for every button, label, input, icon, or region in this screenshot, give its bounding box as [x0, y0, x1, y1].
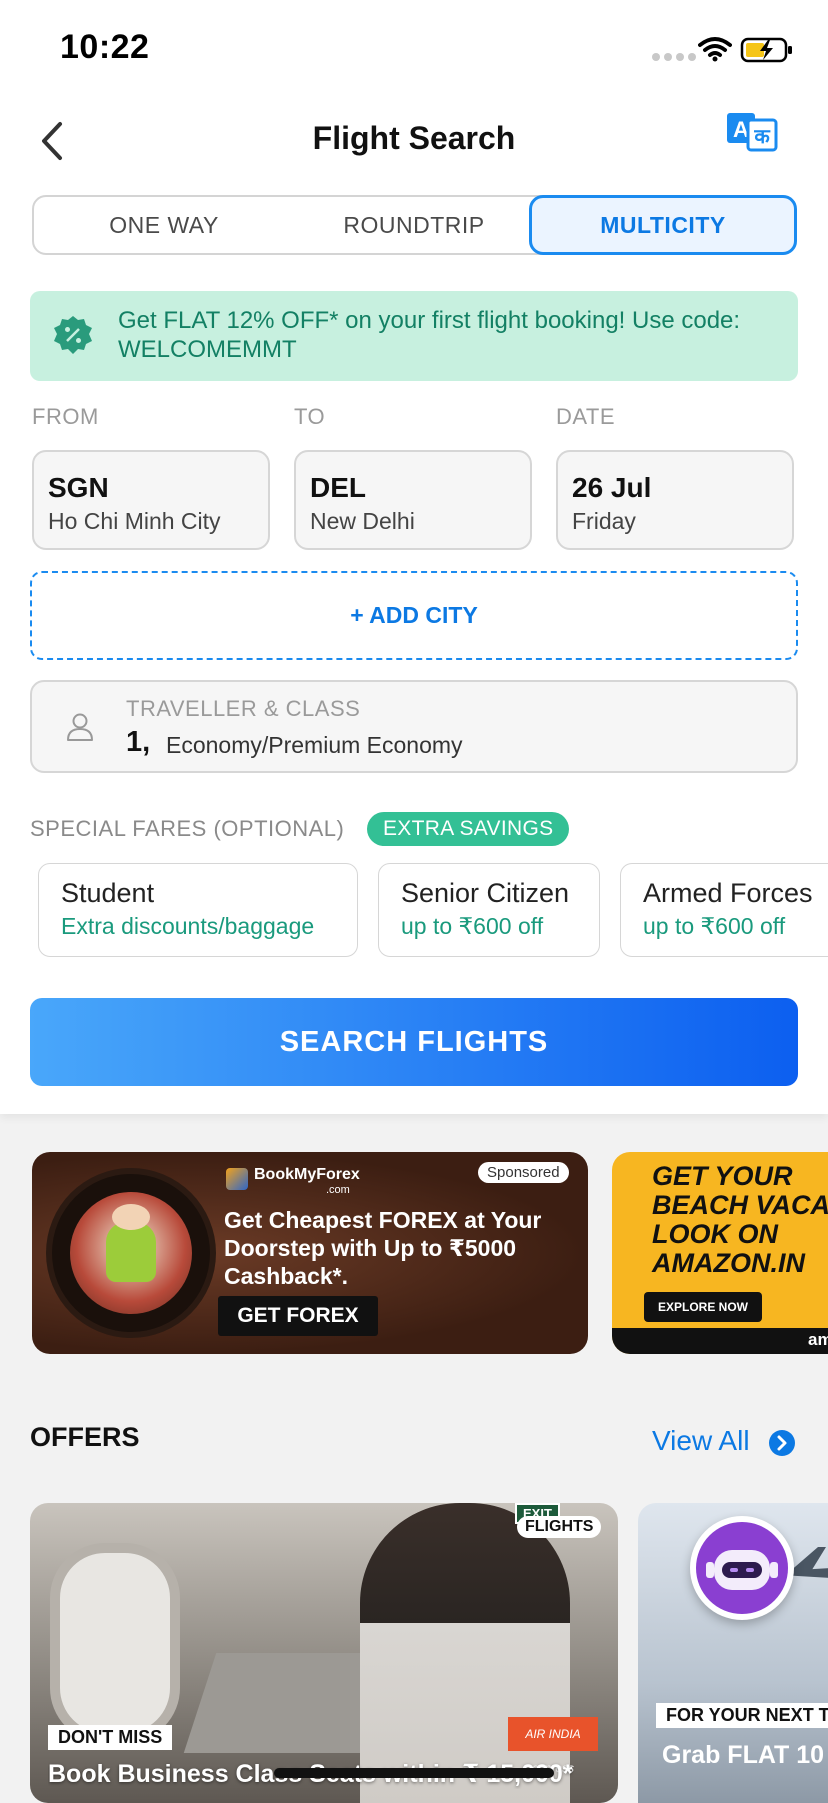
offer-card[interactable]: EXIT FLIGHTS AIR INDIA express DON'T MIS…	[30, 1503, 618, 1803]
user-icon	[67, 713, 93, 741]
fare-option-senior-citizen[interactable]: Senior Citizen up to ₹600 off	[378, 863, 600, 957]
from-label: FROM	[32, 404, 99, 429]
to-field[interactable]: DEL New Delhi	[294, 450, 532, 550]
cellular-signal-icon	[652, 53, 696, 61]
tab-multicity[interactable]: MULTICITY	[529, 195, 797, 255]
extra-savings-badge: EXTRA SAVINGS	[367, 812, 570, 846]
forex-ad-banner[interactable]: BookMyForex .com Sponsored Get Cheapest …	[32, 1152, 588, 1354]
fare-title: Armed Forces	[643, 878, 813, 908]
home-indicator	[274, 1768, 554, 1778]
bookmyforex-logo-icon	[226, 1168, 248, 1190]
traveller-label: TRAVELLER & CLASS	[126, 696, 361, 721]
sponsored-tag: Sponsored	[478, 1162, 569, 1183]
robot-assistant-icon	[696, 1522, 788, 1614]
language-translate-icon[interactable]: A क	[726, 112, 778, 152]
offer-badge: FOR YOUR NEXT T	[656, 1703, 828, 1728]
tab-one-way[interactable]: ONE WAY	[34, 195, 294, 255]
date-label: DATE	[556, 404, 616, 429]
fare-title: Student	[61, 878, 155, 908]
ad-image-circle	[52, 1174, 210, 1332]
search-flights-button[interactable]: SEARCH FLIGHTS	[30, 998, 798, 1086]
to-city: New Delhi	[310, 508, 415, 534]
discount-badge-icon	[54, 316, 92, 354]
fare-option-student[interactable]: Student Extra discounts/baggage	[38, 863, 358, 957]
from-field[interactable]: SGN Ho Chi Minh City	[32, 450, 270, 550]
amazon-ad-banner[interactable]: GET YOUR BEACH VACA LOOK ON AMAZON.IN EX…	[612, 1152, 828, 1354]
traveller-class-field[interactable]: TRAVELLER & CLASS 1, Economy/Premium Eco…	[30, 680, 798, 773]
plane-window	[50, 1543, 180, 1743]
status-time: 10:22	[60, 28, 150, 66]
to-code: DEL	[310, 472, 366, 503]
fare-subtitle: up to ₹600 off	[643, 913, 786, 939]
tab-roundtrip[interactable]: ROUNDTRIP	[284, 195, 544, 255]
wifi-icon	[698, 37, 732, 62]
ad-headline: GET YOUR BEACH VACA LOOK ON AMAZON.IN	[652, 1161, 828, 1278]
get-forex-button[interactable]: GET FOREX	[218, 1296, 378, 1336]
fare-title: Senior Citizen	[401, 878, 570, 908]
airline-logo: AIR INDIA express	[508, 1717, 598, 1775]
from-city: Ho Chi Minh City	[48, 508, 221, 534]
ad-headline: Get Cheapest FOREX at Your Doorstep with…	[224, 1207, 542, 1289]
fare-option-armed-forces[interactable]: Armed Forces up to ₹600 off	[620, 863, 828, 957]
offer-headline: Grab FLAT 10	[662, 1741, 825, 1769]
page-title: Flight Search	[312, 120, 516, 156]
offers-title: OFFERS	[30, 1422, 140, 1452]
battery-charging-icon	[740, 37, 792, 63]
ad-brand: BookMyForex	[254, 1166, 360, 1183]
date-weekday: Friday	[572, 508, 636, 534]
svg-text:क: क	[753, 124, 771, 148]
fare-subtitle: Extra discounts/baggage	[61, 913, 315, 939]
ad-brand-domain: .com	[326, 1184, 350, 1196]
to-label: TO	[294, 404, 326, 429]
fare-subtitle: up to ₹600 off	[401, 913, 544, 939]
traveller-class: Economy/Premium Economy	[166, 732, 463, 758]
date-day: 26 Jul	[572, 472, 652, 503]
from-code: SGN	[48, 472, 109, 503]
traveller-count: 1,	[126, 726, 151, 758]
chevron-right-circle-icon[interactable]	[769, 1430, 795, 1456]
add-city-button[interactable]: + ADD CITY	[30, 571, 798, 660]
amazon-logo: am	[808, 1330, 828, 1349]
chatbot-button[interactable]	[690, 1516, 794, 1620]
explore-now-button[interactable]: EXPLORE NOW	[644, 1292, 762, 1322]
offer-badge: DON'T MISS	[48, 1725, 173, 1750]
promo-text: Get FLAT 12% OFF* on your first flight b…	[118, 307, 741, 363]
date-field[interactable]: 26 Jul Friday	[556, 450, 794, 550]
special-fares-label: SPECIAL FARES (OPTIONAL)	[30, 816, 345, 841]
offer-category-tag: FLIGHTS	[517, 1516, 602, 1538]
view-all-link[interactable]: View All	[652, 1425, 750, 1457]
